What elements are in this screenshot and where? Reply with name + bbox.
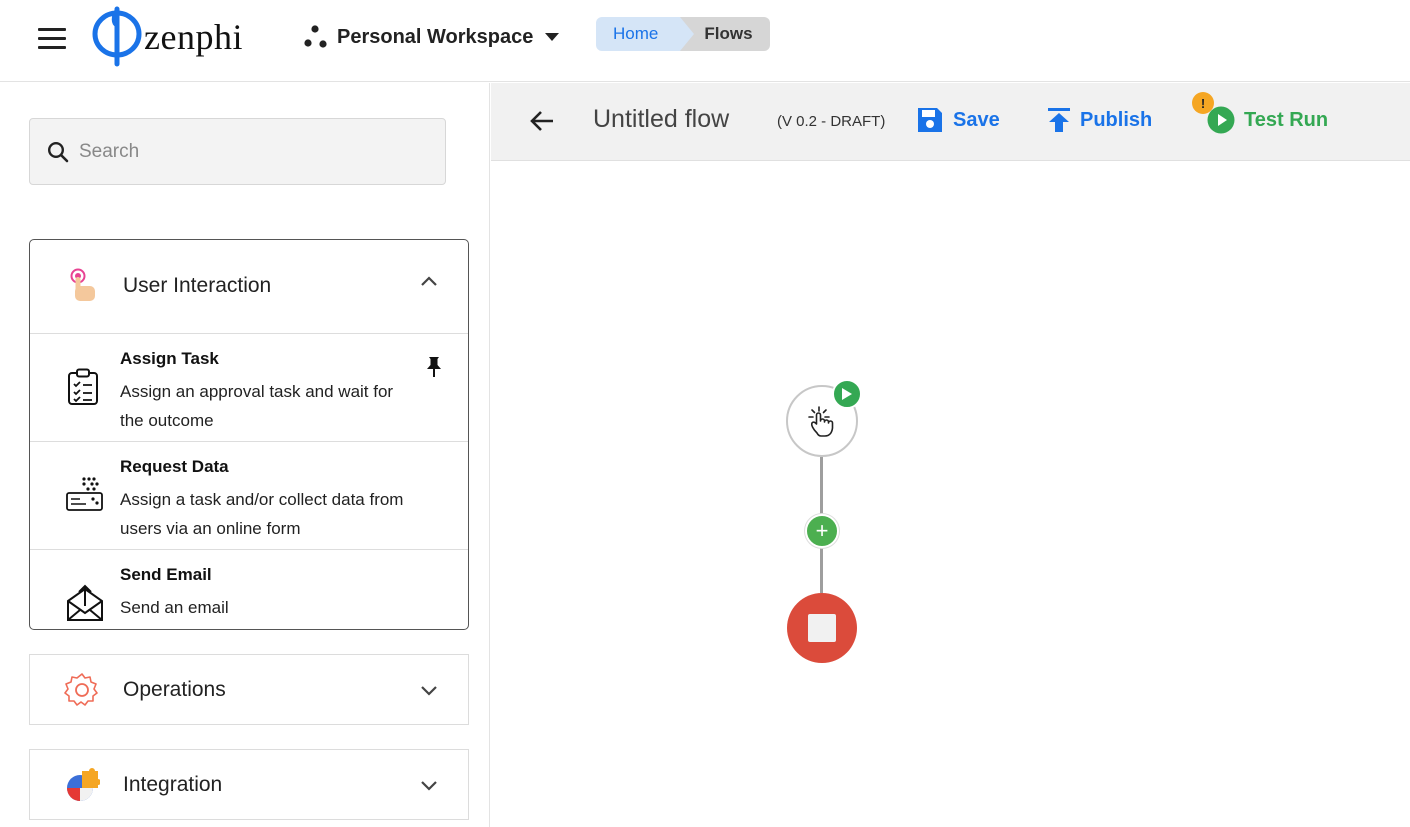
form-data-icon xyxy=(66,477,103,511)
publish-label: Publish xyxy=(1080,108,1153,131)
list-item-request-data[interactable]: Request Data Assign a task and/or collec… xyxy=(30,442,468,550)
group-user-interaction: User Interaction Assign Task Assign an a… xyxy=(29,239,469,630)
logo[interactable]: zenphi xyxy=(90,6,250,68)
test-run-button[interactable]: Test Run xyxy=(1207,105,1328,135)
zenphi-logo-icon xyxy=(92,6,142,67)
breadcrumb-home[interactable]: Home xyxy=(596,17,695,51)
touch-hand-icon xyxy=(70,268,95,301)
workspace-label: Personal Workspace xyxy=(337,25,534,48)
list-item-assign-task[interactable]: Assign Task Assign an approval task and … xyxy=(30,334,468,442)
integration-puzzle-icon xyxy=(67,768,100,801)
top-bar: zenphi Personal Workspace Home Flows xyxy=(0,0,1410,82)
logo-text: zenphi xyxy=(144,17,243,57)
chevron-down-icon[interactable] xyxy=(420,780,438,791)
chevron-up-icon[interactable] xyxy=(420,276,438,287)
test-run-label: Test Run xyxy=(1244,108,1329,131)
back-arrow-icon[interactable] xyxy=(529,109,555,133)
workspace-selector[interactable]: Personal Workspace xyxy=(303,22,560,52)
add-step-button[interactable]: + xyxy=(805,514,839,548)
stop-icon xyxy=(808,614,836,642)
item-title: Assign Task xyxy=(120,349,219,368)
sidebar: User Interaction Assign Task Assign an a… xyxy=(0,83,490,827)
flow-connector xyxy=(820,548,823,593)
item-title: Request Data xyxy=(120,457,229,476)
search-icon xyxy=(47,141,69,162)
flow-connector xyxy=(820,457,823,514)
group-label: Operations xyxy=(123,678,226,701)
save-icon xyxy=(918,108,942,132)
workspace-icon xyxy=(304,25,327,48)
click-hand-icon xyxy=(808,406,834,437)
group-operations[interactable]: Operations xyxy=(29,654,469,725)
save-button[interactable]: Save xyxy=(916,105,1000,135)
flow-title[interactable]: Untitled flow xyxy=(593,105,729,134)
item-description: Send an email xyxy=(120,598,229,617)
play-circle-icon xyxy=(1207,106,1235,134)
group-header-user-interaction[interactable]: User Interaction xyxy=(30,240,468,334)
group-label: Integration xyxy=(123,773,223,796)
play-icon xyxy=(842,388,852,400)
breadcrumb: Home Flows xyxy=(596,17,770,51)
item-description: Assign a task and/or collect data from u… xyxy=(120,490,404,538)
chevron-down-icon[interactable] xyxy=(420,685,438,696)
menu-icon[interactable] xyxy=(38,28,66,50)
gear-icon xyxy=(64,673,98,706)
publish-button[interactable]: Publish xyxy=(1047,105,1152,135)
item-description: Assign an approval task and wait for the… xyxy=(120,382,394,430)
flow-version: (V 0.2 - DRAFT) xyxy=(777,113,886,130)
save-label: Save xyxy=(953,108,1000,131)
trigger-run-badge[interactable] xyxy=(832,379,862,409)
email-send-icon xyxy=(67,584,103,621)
pin-icon[interactable] xyxy=(426,356,442,378)
publish-icon xyxy=(1048,108,1070,132)
search-input[interactable] xyxy=(79,140,419,163)
group-label: User Interaction xyxy=(123,274,272,297)
flow-canvas[interactable]: + xyxy=(491,161,1410,827)
flow-toolbar: Untitled flow (V 0.2 - DRAFT) Save Publi… xyxy=(491,83,1410,161)
clipboard-checklist-icon xyxy=(68,368,98,405)
search-box[interactable] xyxy=(29,118,446,185)
item-title: Send Email xyxy=(120,565,212,584)
group-integration[interactable]: Integration xyxy=(29,749,469,820)
list-item-send-email[interactable]: Send Email Send an email xyxy=(30,550,468,630)
end-node[interactable] xyxy=(787,593,857,663)
caret-down-icon xyxy=(545,33,560,41)
